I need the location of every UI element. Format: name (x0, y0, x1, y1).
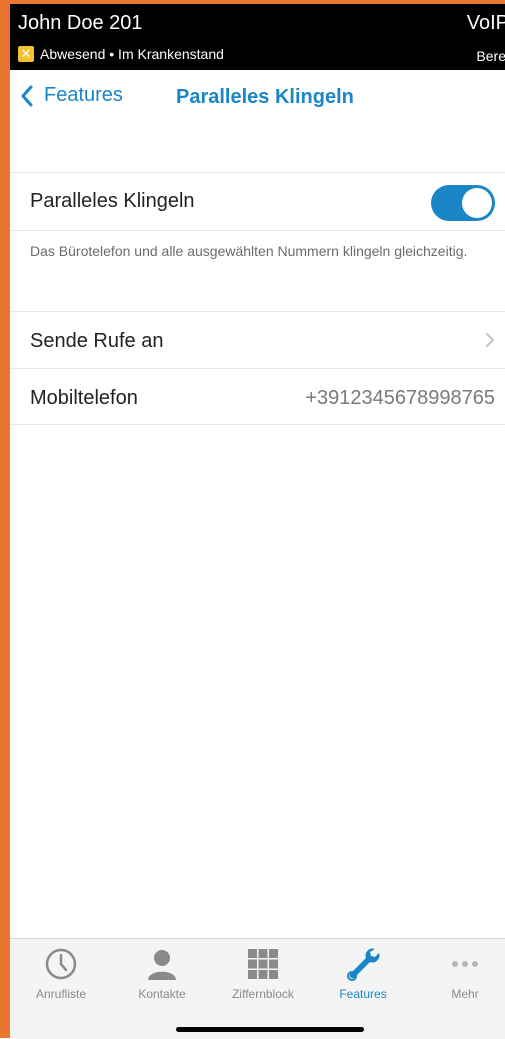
presence-away-icon: ✕ (18, 46, 34, 62)
parallel-ring-label: Paralleles Klingeln (30, 190, 195, 212)
home-indicator[interactable] (176, 1027, 364, 1032)
presence-text: Abwesend • Im Krankenstand (40, 46, 224, 62)
tab-anrufliste[interactable]: Anrufliste (16, 947, 106, 1001)
tab-ziffernblock[interactable]: Ziffernblock (218, 947, 308, 1001)
mobile-phone-value: +3912345678998765 (305, 387, 495, 409)
status-header: John Doe 201 VoIP ✕ Abwesend • Im Kranke… (10, 4, 505, 70)
page-title: Paralleles Klingeln (176, 86, 354, 108)
wrench-icon (347, 948, 380, 981)
back-label: Features (44, 84, 123, 106)
parallel-ring-toggle[interactable] (431, 185, 495, 221)
description-text: Das Bürotelefon und alle ausgewählten Nu… (30, 243, 468, 259)
tab-label: Anrufliste (35, 987, 87, 1001)
parallel-ring-row: Paralleles Klingeln (10, 172, 505, 230)
tab-label: Ziffernblock (232, 987, 294, 1001)
tab-mehr[interactable]: Mehr (420, 947, 505, 1001)
voip-label: VoIP (466, 12, 505, 34)
description-section: Das Bürotelefon und alle ausgewählten Nu… (10, 230, 505, 310)
keypad-icon (248, 949, 278, 979)
tab-label: Kontakte (138, 987, 186, 1001)
toggle-knob (462, 188, 492, 218)
navigation-bar: Features Paralleles Klingeln (10, 70, 505, 130)
tab-features[interactable]: Features (318, 947, 408, 1001)
tab-label: Features (339, 987, 387, 1001)
send-calls-row[interactable]: Sende Rufe an (10, 311, 505, 368)
presence-status[interactable]: ✕ Abwesend • Im Krankenstand (18, 46, 224, 62)
app-frame (0, 0, 505, 1038)
mobile-phone-row[interactable]: Mobiltelefon +3912345678998765 (10, 368, 505, 425)
chevron-right-icon (486, 333, 494, 347)
user-name: John Doe 201 (18, 12, 143, 34)
more-dots-icon (452, 961, 478, 967)
send-calls-label: Sende Rufe an (30, 330, 164, 352)
person-icon (148, 950, 176, 980)
tab-label: Mehr (451, 987, 479, 1001)
mobile-phone-label: Mobiltelefon (30, 387, 138, 409)
tab-bar: Anrufliste Kontakte Ziffernblock Feature… (10, 938, 505, 1039)
tab-kontakte[interactable]: Kontakte (117, 947, 207, 1001)
voip-state: Bereit (476, 48, 505, 64)
chevron-left-icon (21, 85, 33, 106)
back-button[interactable]: Features (20, 84, 123, 107)
clock-icon (45, 948, 77, 980)
